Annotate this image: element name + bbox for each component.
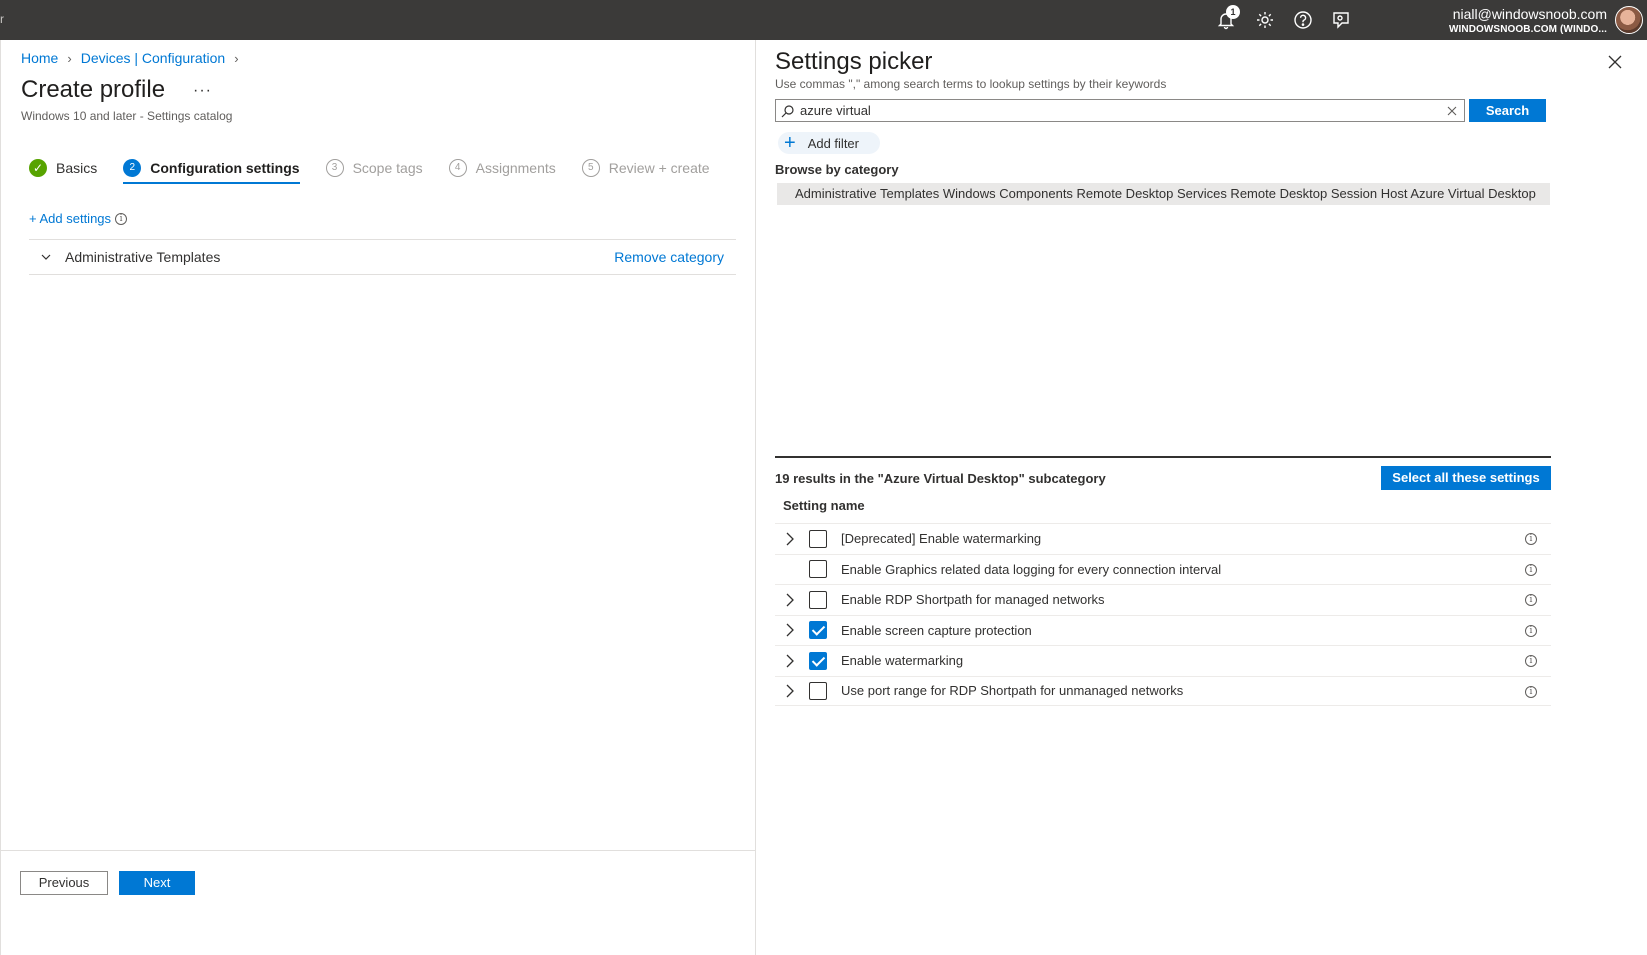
- feedback-icon: [1333, 12, 1349, 29]
- breadcrumb-devices-configuration[interactable]: Devices | Configuration: [81, 50, 225, 66]
- create-profile-panel: Home › Devices | Configuration › Create …: [0, 40, 792, 955]
- search-icon: [781, 104, 794, 117]
- help-button[interactable]: [1293, 10, 1315, 32]
- step-label: Configuration settings: [150, 160, 300, 176]
- step-scope-tags[interactable]: 3 Scope tags: [325, 152, 423, 184]
- setting-checkbox[interactable]: [809, 651, 827, 670]
- settings-button[interactable]: [1255, 10, 1277, 32]
- plus-icon: +: [784, 132, 796, 154]
- help-icon: [1294, 11, 1312, 29]
- account-menu[interactable]: niall@windowsnoob.com WINDOWSNOOB.COM (W…: [1449, 5, 1607, 36]
- setting-name: Enable RDP Shortpath for managed network…: [841, 592, 1105, 608]
- results-list: [Deprecated] Enable watermarking i Enable …: [775, 523, 1551, 706]
- chevron-right-icon[interactable]: [783, 623, 797, 637]
- table-row[interactable]: Enable screen capture protection i: [775, 614, 1551, 646]
- table-row[interactable]: Use port range for RDP Shortpath for unm…: [775, 675, 1551, 706]
- chevron-right-icon[interactable]: [783, 593, 797, 607]
- step-label: Scope tags: [352, 160, 423, 176]
- search-button[interactable]: Search: [1469, 99, 1546, 122]
- info-icon[interactable]: i: [1525, 563, 1537, 576]
- previous-button[interactable]: Previous: [20, 871, 108, 895]
- step-label: Basics: [56, 160, 98, 176]
- step-label: Review + create: [608, 160, 710, 176]
- clear-icon[interactable]: [1447, 106, 1457, 116]
- info-icon[interactable]: i: [1525, 685, 1537, 698]
- info-icon[interactable]: i: [1525, 624, 1537, 637]
- avatar[interactable]: [1615, 6, 1643, 34]
- add-filter-label: Add filter: [807, 135, 859, 151]
- divider: [775, 456, 1551, 458]
- picker-hint: Use commas "," among search terms to loo…: [775, 77, 1167, 91]
- step-review-create[interactable]: 5 Review + create: [581, 152, 710, 184]
- wizard-footer: Previous Next: [0, 850, 755, 915]
- category-path-item[interactable]: Administrative Templates Windows Compone…: [777, 183, 1550, 205]
- search-box: [775, 99, 1465, 122]
- chevron-right-icon: ›: [67, 50, 72, 66]
- step-configuration-settings[interactable]: 2 Configuration settings: [123, 152, 300, 184]
- gear-icon: [1257, 12, 1273, 28]
- step-number: 2: [123, 159, 142, 177]
- remove-category-link[interactable]: Remove category: [614, 249, 724, 265]
- chevron-right-icon[interactable]: [783, 532, 797, 546]
- step-number: 3: [325, 159, 344, 177]
- add-settings-label: + Add settings: [29, 211, 112, 226]
- category-name: Administrative Templates: [65, 249, 221, 265]
- account-email: niall@windowsnoob.com: [1452, 6, 1607, 22]
- notification-count-badge: 1: [1226, 5, 1240, 19]
- picker-title: Settings picker: [775, 48, 933, 75]
- chevron-right-icon[interactable]: [783, 684, 797, 698]
- more-options-button[interactable]: ···: [193, 82, 212, 100]
- step-assignments[interactable]: 4 Assignments: [448, 152, 556, 184]
- next-button[interactable]: Next: [119, 871, 195, 895]
- info-icon[interactable]: i: [1525, 533, 1537, 545]
- table-row[interactable]: Enable watermarking i: [775, 645, 1551, 676]
- account-tenant: WINDOWSNOOB.COM (WINDO...: [1448, 24, 1607, 35]
- edge-glyph: r: [0, 12, 4, 26]
- select-all-settings-button[interactable]: Select all these settings: [1381, 466, 1551, 490]
- step-number: 4: [448, 159, 467, 177]
- chevron-down-icon[interactable]: [41, 252, 51, 262]
- search-input[interactable]: [800, 103, 1447, 118]
- top-bar: r 1 niall@windowsnoob.com WINDOWSNOOB.CO…: [0, 0, 1647, 40]
- table-row[interactable]: Enable RDP Shortpath for managed network…: [775, 584, 1551, 615]
- setting-checkbox[interactable]: [809, 560, 827, 579]
- info-icon[interactable]: i: [1525, 594, 1537, 606]
- setting-name-column-header: Setting name: [783, 498, 865, 513]
- info-icon[interactable]: i: [1525, 655, 1537, 667]
- setting-checkbox[interactable]: [809, 590, 827, 609]
- wizard-steps: ✓ Basics 2 Configuration settings 3 Scop…: [29, 152, 736, 184]
- table-row[interactable]: Enable Graphics related data logging for…: [775, 553, 1551, 585]
- category-row[interactable]: Administrative Templates Remove category: [29, 239, 736, 275]
- table-row[interactable]: [Deprecated] Enable watermarking i: [775, 523, 1551, 554]
- add-settings-link[interactable]: + Add settings i: [29, 211, 128, 226]
- check-icon: ✓: [29, 159, 47, 177]
- setting-checkbox[interactable]: [809, 621, 827, 640]
- page-subtitle: Windows 10 and later - Settings catalog: [21, 109, 233, 123]
- step-basics[interactable]: ✓ Basics: [29, 152, 97, 184]
- setting-name: Enable screen capture protection: [841, 622, 1032, 638]
- chevron-right-icon[interactable]: [783, 654, 797, 668]
- close-icon[interactable]: [1607, 54, 1623, 70]
- breadcrumb-home[interactable]: Home: [21, 50, 58, 66]
- add-filter-button[interactable]: + Add filter: [778, 132, 880, 154]
- chevron-right-icon: ›: [234, 50, 239, 66]
- info-icon: i: [115, 212, 128, 225]
- setting-name: Use port range for RDP Shortpath for unm…: [841, 683, 1184, 699]
- notifications-button[interactable]: 1: [1216, 5, 1240, 32]
- feedback-button[interactable]: [1331, 10, 1353, 32]
- breadcrumb: Home › Devices | Configuration ›: [21, 50, 248, 66]
- setting-checkbox[interactable]: [809, 529, 827, 548]
- browse-by-category-label: Browse by category: [775, 162, 899, 177]
- settings-picker-panel: Settings picker Use commas "," among sea…: [755, 40, 1647, 955]
- step-label: Assignments: [475, 160, 556, 176]
- results-count-label: 19 results in the "Azure Virtual Desktop…: [775, 471, 1106, 486]
- setting-checkbox[interactable]: [809, 681, 827, 700]
- step-number: 5: [581, 159, 600, 177]
- setting-name: Enable Graphics related data logging for…: [841, 561, 1222, 577]
- setting-name: Enable watermarking: [841, 653, 964, 669]
- setting-name: [Deprecated] Enable watermarking: [841, 531, 1042, 547]
- page-title: Create profile: [21, 76, 166, 103]
